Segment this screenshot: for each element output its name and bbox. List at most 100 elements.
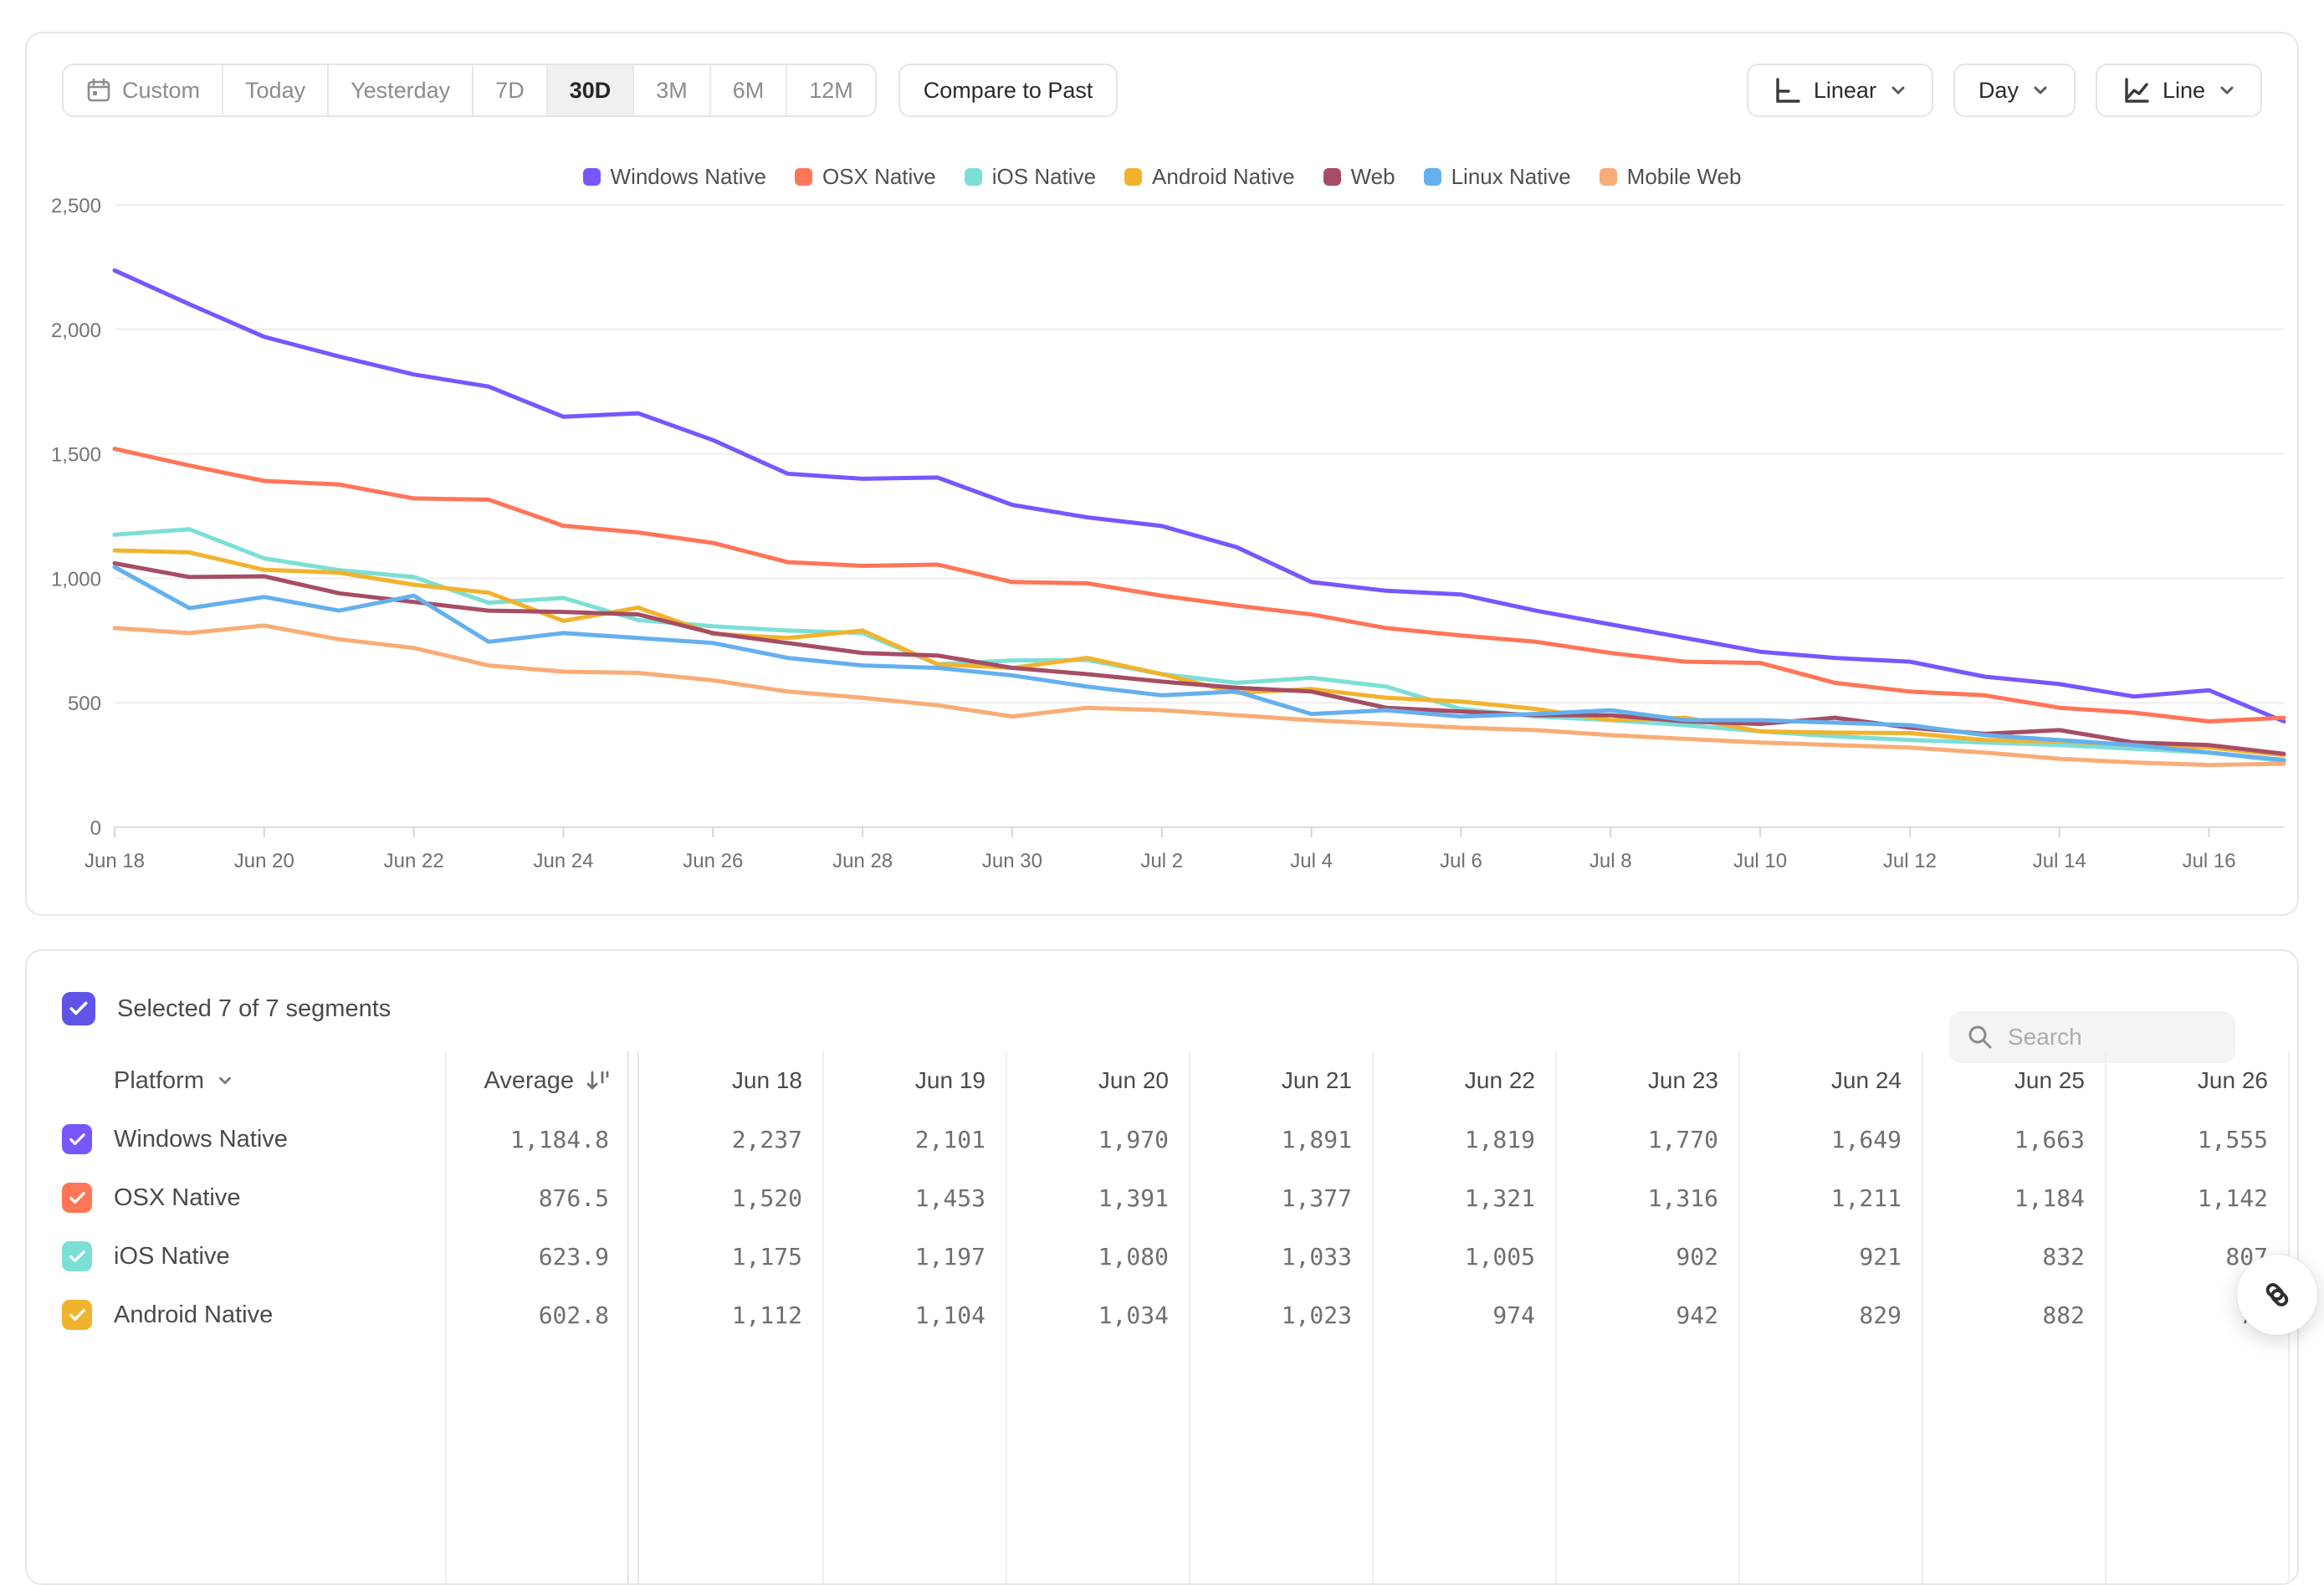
day-value: 1,321 (1372, 1184, 1555, 1212)
day-column-header[interactable]: Jun 24 (1738, 1067, 1922, 1094)
svg-text:Jun 28: Jun 28 (832, 850, 893, 872)
table-header-row: Platform Average Jun 18Jun 19Jun 20Jun 2… (27, 1051, 2297, 1110)
check-icon (68, 1189, 87, 1208)
column-separator (445, 1051, 447, 1583)
day-column-header[interactable]: Jun 23 (1555, 1067, 1738, 1094)
day-value: 921 (1738, 1243, 1922, 1271)
platform-label: iOS Native (114, 1243, 230, 1271)
day-value: 942 (1555, 1301, 1738, 1329)
svg-text:Jul 16: Jul 16 (2183, 850, 2236, 872)
svg-text:1,000: 1,000 (51, 568, 101, 591)
column-separator (627, 1051, 629, 1583)
segment-checkbox[interactable] (62, 1183, 92, 1213)
day-value: 1,520 (639, 1184, 822, 1212)
check-icon (68, 998, 90, 1020)
day-value: 1,033 (1189, 1243, 1372, 1271)
table-row[interactable]: Windows Native1,184.82,2372,1011,9701,89… (27, 1110, 2297, 1168)
day-value: 1,970 (1006, 1126, 1189, 1153)
column-separator (637, 1051, 639, 1583)
day-value: 1,391 (1006, 1184, 1189, 1212)
platform-cell: OSX Native (62, 1183, 445, 1213)
average-value: 602.8 (445, 1301, 629, 1329)
day-value: 1,197 (822, 1243, 1006, 1271)
day-column-headers: Jun 18Jun 19Jun 20Jun 21Jun 22Jun 23Jun … (639, 1067, 2288, 1094)
day-column-header[interactable]: Jun 18 (639, 1067, 822, 1094)
day-value: 1,663 (1922, 1126, 2105, 1153)
column-separator (822, 1051, 824, 1583)
search-icon (1966, 1023, 1994, 1051)
average-value: 1,184.8 (445, 1126, 629, 1153)
segments-summary-row: Selected 7 of 7 segments (62, 984, 2262, 1033)
platform-header-label: Platform (114, 1067, 204, 1095)
svg-text:2,500: 2,500 (51, 195, 101, 217)
platform-cell: iOS Native (62, 1241, 445, 1271)
day-value: 1,555 (2105, 1126, 2288, 1153)
segment-checkbox[interactable] (62, 1300, 92, 1330)
day-value: 1,005 (1372, 1243, 1555, 1271)
column-separator (1006, 1051, 1007, 1583)
search-input[interactable] (2008, 1024, 2219, 1051)
check-icon (68, 1306, 87, 1325)
day-value: 2,237 (639, 1126, 822, 1153)
platform-cell: Windows Native (62, 1124, 445, 1154)
copy-link-button[interactable] (2237, 1255, 2317, 1335)
sort-descending-icon (584, 1068, 609, 1093)
line-chart: 05001,0001,5002,0002,500Jun 18Jun 20Jun … (27, 33, 2301, 918)
day-value: 1,649 (1738, 1126, 1922, 1153)
column-separator (2105, 1051, 2106, 1583)
segments-summary-label: Selected 7 of 7 segments (117, 995, 391, 1023)
average-value: 623.9 (445, 1243, 629, 1271)
day-value: 1,034 (1006, 1301, 1189, 1329)
svg-text:Jul 12: Jul 12 (1883, 850, 1937, 872)
platform-label: Windows Native (114, 1126, 288, 1153)
day-value: 1,112 (639, 1301, 822, 1329)
day-value: 902 (1555, 1243, 1738, 1271)
day-value: 1,453 (822, 1184, 1006, 1212)
column-separator (1922, 1051, 1923, 1583)
table-row[interactable]: OSX Native 876.5 1,5201,4531,3911,3771,321… (27, 1168, 2297, 1227)
segment-checkbox[interactable] (62, 1241, 92, 1271)
day-value: 1,175 (639, 1243, 822, 1271)
day-column-header[interactable]: Jun 25 (1922, 1067, 2105, 1094)
day-column-header[interactable]: Jun 19 (822, 1067, 1006, 1094)
day-value: 1,184 (1922, 1184, 2105, 1212)
day-column-header[interactable]: Jun 21 (1189, 1067, 1372, 1094)
svg-text:Jun 18: Jun 18 (84, 850, 145, 872)
column-separator (1372, 1051, 1374, 1583)
platform-label: Android Native (114, 1301, 273, 1329)
segment-checkbox[interactable] (62, 1124, 92, 1154)
table-rows: Windows Native1,184.82,2372,1011,9701,89… (27, 1110, 2297, 1344)
day-value: 1,377 (1189, 1184, 1372, 1212)
day-value: 1,104 (822, 1301, 1006, 1329)
day-value: 1,891 (1189, 1126, 1372, 1153)
table-row[interactable]: iOS Native 623.9 1,1751,1971,0801,0331,005… (27, 1227, 2297, 1286)
day-column-header[interactable]: Jun 20 (1006, 1067, 1189, 1094)
chevron-down-icon (216, 1071, 234, 1090)
column-separator (1189, 1051, 1190, 1583)
day-column-header[interactable]: Jun 26 (2105, 1067, 2288, 1094)
check-icon (68, 1247, 87, 1266)
segments-table-card: Selected 7 of 7 segments Platform Averag… (25, 949, 2299, 1585)
day-value: 1,023 (1189, 1301, 1372, 1329)
select-all-checkbox[interactable] (62, 992, 95, 1025)
svg-text:Jul 10: Jul 10 (1733, 850, 1787, 872)
check-icon (68, 1130, 87, 1149)
day-column-header[interactable]: Jun 22 (1372, 1067, 1555, 1094)
average-header-label: Average (484, 1067, 575, 1095)
day-value: 832 (1922, 1243, 2105, 1271)
platform-column-header[interactable]: Platform (62, 1067, 445, 1095)
average-column-header[interactable]: Average (445, 1067, 629, 1095)
svg-text:Jul 2: Jul 2 (1140, 850, 1183, 872)
segments-table: Platform Average Jun 18Jun 19Jun 20Jun 2… (27, 1051, 2297, 1583)
day-value: 974 (1372, 1301, 1555, 1329)
day-value: 1,819 (1372, 1126, 1555, 1153)
svg-text:Jul 14: Jul 14 (2033, 850, 2086, 872)
svg-text:Jul 4: Jul 4 (1290, 850, 1333, 872)
day-value: 1,770 (1555, 1126, 1738, 1153)
table-row[interactable]: Android Native602.81,1121,1041,0341,0239… (27, 1286, 2297, 1344)
day-value: 1,080 (1006, 1243, 1189, 1271)
svg-text:0: 0 (90, 817, 101, 840)
average-value: 876.5 (445, 1184, 629, 1212)
platform-label: OSX Native (114, 1184, 241, 1212)
link-icon (2258, 1276, 2296, 1314)
